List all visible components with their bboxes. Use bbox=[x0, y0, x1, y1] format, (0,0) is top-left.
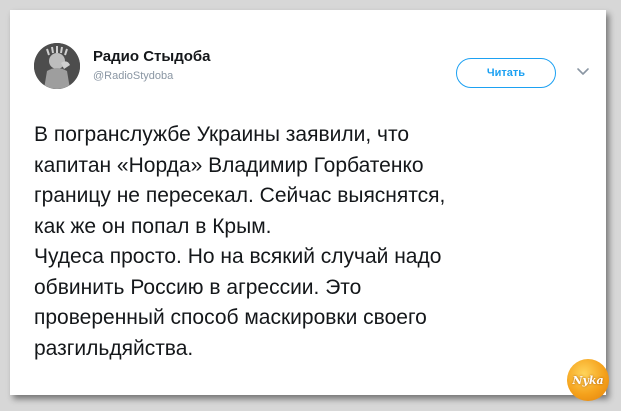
follow-button[interactable]: Читать bbox=[456, 58, 556, 88]
chevron-down-icon[interactable] bbox=[576, 67, 590, 77]
user-handle[interactable]: @RadioStydoba bbox=[93, 70, 173, 82]
statue-of-liberty-avatar-icon bbox=[34, 43, 80, 89]
tweet-card: Радио Стыдоба @RadioStydoba Читать В пог… bbox=[10, 10, 609, 401]
watermark-text: Nyka bbox=[572, 373, 604, 387]
nyka-logo: Nyka bbox=[567, 359, 609, 401]
display-name[interactable]: Радио Стыдоба bbox=[93, 48, 211, 65]
avatar[interactable] bbox=[34, 43, 80, 89]
tweet-text: В погранслужбе Украины заявили, что капи… bbox=[34, 123, 446, 360]
